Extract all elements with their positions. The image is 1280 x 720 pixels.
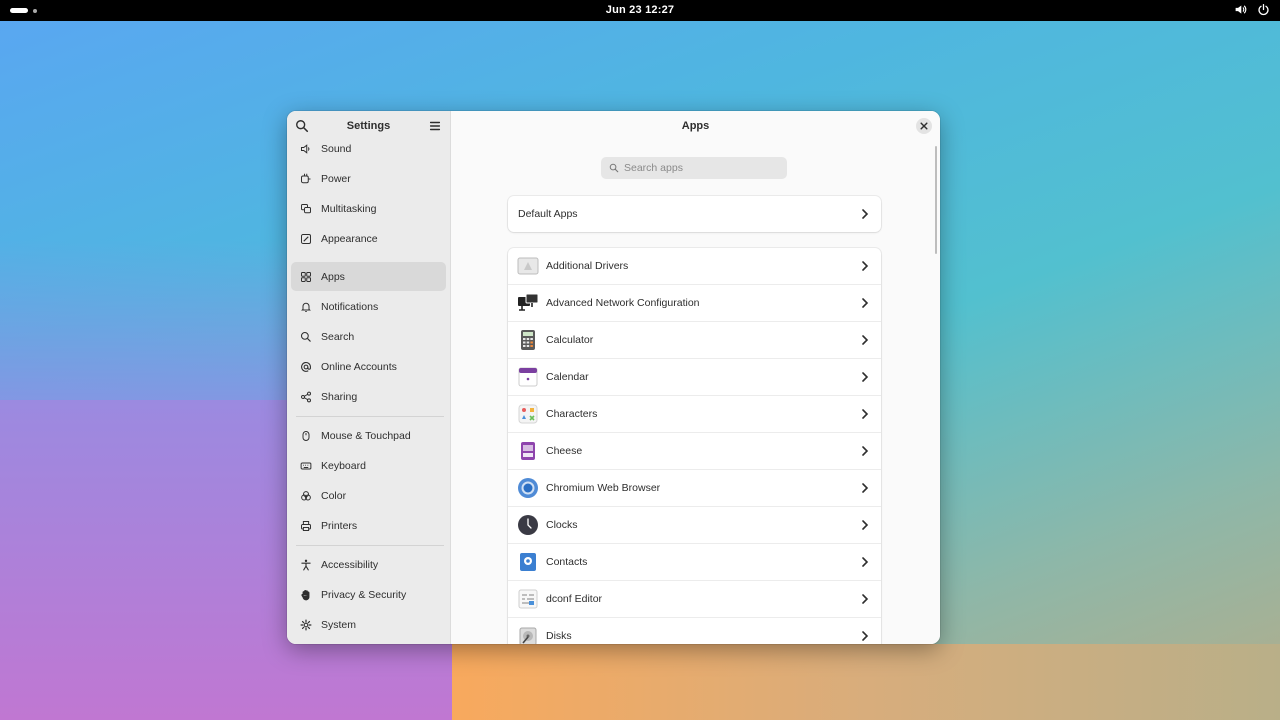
chevron-right-icon (860, 261, 870, 271)
search-apps-field[interactable] (601, 157, 787, 179)
sidebar-item-notifications[interactable]: Notifications (291, 292, 446, 321)
sidebar-item-appearance[interactable]: Appearance (291, 224, 446, 253)
power-plug-icon (300, 173, 312, 185)
power-icon[interactable] (1257, 3, 1270, 19)
sidebar-item-search[interactable]: Search (291, 322, 446, 351)
chevron-right-icon (860, 372, 870, 382)
apps-grid-icon (300, 271, 312, 283)
sidebar-item-multitasking[interactable]: Multitasking (291, 194, 446, 223)
sidebar-item-privacy-security[interactable]: Privacy & Security (291, 580, 446, 609)
app-row-clocks[interactable]: Clocks (508, 507, 881, 544)
app-row-cheese[interactable]: Cheese (508, 433, 881, 470)
app-row-characters[interactable]: Characters (508, 396, 881, 433)
app-row-calculator[interactable]: Calculator (508, 322, 881, 359)
apps-list-card: Additional Drivers Advanced Network Conf… (508, 248, 881, 644)
chevron-right-icon (860, 594, 870, 604)
speaker-icon (300, 143, 312, 155)
chevron-right-icon (860, 446, 870, 456)
sidebar-item-keyboard[interactable]: Keyboard (291, 451, 446, 480)
characters-icon (517, 403, 539, 425)
sidebar-item-sharing[interactable]: Sharing (291, 382, 446, 411)
app-row-disks[interactable]: Disks (508, 618, 881, 644)
printer-icon (300, 520, 312, 532)
search-input[interactable] (624, 162, 774, 174)
sidebar-item-mouse-touchpad[interactable]: Mouse & Touchpad (291, 421, 446, 450)
multitasking-icon (300, 203, 312, 215)
app-row-calendar[interactable]: Calendar (508, 359, 881, 396)
volume-icon[interactable] (1234, 3, 1247, 19)
network-icon (517, 292, 539, 314)
sidebar-item-online-accounts[interactable]: Online Accounts (291, 352, 446, 381)
page-title: Apps (681, 120, 710, 132)
chevron-right-icon (860, 298, 870, 308)
app-row-additional-drivers[interactable]: Additional Drivers (508, 248, 881, 285)
sidebar-item-color[interactable]: Color (291, 481, 446, 510)
drivers-icon (517, 255, 539, 277)
keyboard-icon (300, 460, 312, 472)
calculator-icon (517, 329, 539, 351)
sidebar-item-printers[interactable]: Printers (291, 511, 446, 540)
chromium-icon (517, 477, 539, 499)
settings-window: Settings Sound Power Multitasking Appear… (287, 111, 940, 644)
gear-icon (300, 619, 312, 631)
sidebar: Settings Sound Power Multitasking Appear… (287, 111, 451, 644)
close-button[interactable] (916, 118, 932, 134)
app-row-chromium-web-browser[interactable]: Chromium Web Browser (508, 470, 881, 507)
sidebar-title: Settings (346, 120, 391, 132)
dconf-icon (517, 588, 539, 610)
mouse-icon (300, 430, 312, 442)
sidebar-list: Sound Power Multitasking Appearance Apps… (291, 141, 446, 644)
search-icon (609, 163, 619, 173)
at-sign-icon (300, 361, 312, 373)
chevron-right-icon (860, 209, 870, 219)
hand-icon (300, 589, 312, 601)
sidebar-separator (296, 416, 444, 417)
sidebar-separator (296, 545, 444, 546)
chevron-right-icon (860, 520, 870, 530)
default-apps-row[interactable]: Default Apps (508, 196, 881, 232)
sidebar-item-system[interactable]: System (291, 610, 446, 639)
sidebar-item-power[interactable]: Power (291, 164, 446, 193)
share-icon (300, 391, 312, 403)
chevron-right-icon (860, 631, 870, 641)
chevron-right-icon (860, 483, 870, 493)
scrollbar[interactable] (935, 146, 937, 254)
desktop-gradient-bottom (452, 644, 1280, 720)
appearance-icon (300, 233, 312, 245)
content-pane: Apps Default Apps Additional Drivers Adv… (451, 111, 940, 644)
system-tray[interactable] (1234, 3, 1270, 19)
app-row-advanced-network-configuration[interactable]: Advanced Network Configuration (508, 285, 881, 322)
app-row-contacts[interactable]: Contacts (508, 544, 881, 581)
chevron-right-icon (860, 409, 870, 419)
default-apps-card: Default Apps (508, 196, 881, 232)
bell-icon (300, 301, 312, 313)
app-row-dconf-editor[interactable]: dconf Editor (508, 581, 881, 618)
chevron-right-icon (860, 557, 870, 567)
sidebar-item-accessibility[interactable]: Accessibility (291, 550, 446, 579)
clock-icon (517, 514, 539, 536)
close-icon (920, 122, 928, 130)
chevron-right-icon (860, 335, 870, 345)
sidebar-header: Settings (287, 111, 450, 141)
sidebar-item-apps[interactable]: Apps (291, 262, 446, 291)
sidebar-item-sound[interactable]: Sound (291, 141, 446, 163)
top-bar: Jun 23 12:27 (0, 0, 1280, 21)
disks-icon (517, 625, 539, 644)
contacts-icon (517, 551, 539, 573)
color-icon (300, 490, 312, 502)
cheese-icon (517, 440, 539, 462)
search-icon (300, 331, 312, 343)
calendar-icon (517, 366, 539, 388)
hamburger-menu-icon[interactable] (428, 119, 442, 133)
clock[interactable]: Jun 23 12:27 (0, 4, 1280, 16)
accessibility-icon (300, 559, 312, 571)
